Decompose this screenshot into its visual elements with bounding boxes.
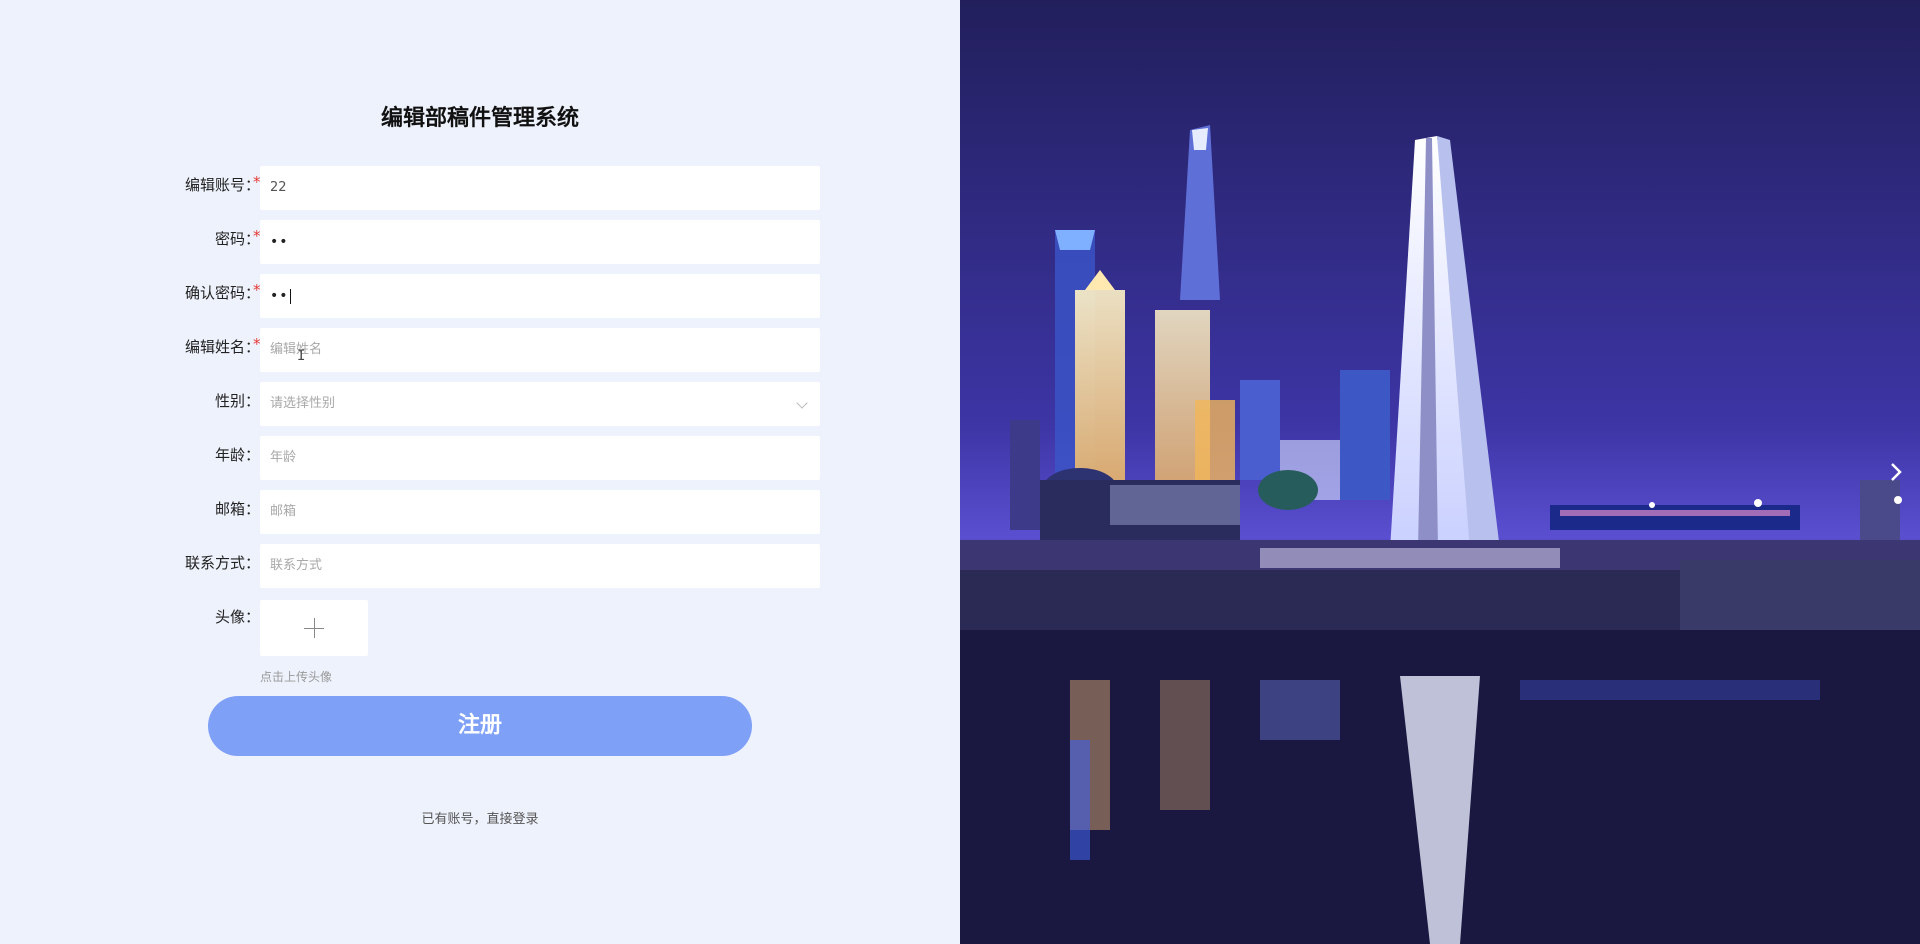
chevron-right-icon[interactable] bbox=[1888, 462, 1904, 482]
avatar-upload-hint: 点击上传头像 bbox=[260, 670, 333, 684]
plus-icon bbox=[314, 618, 315, 638]
form-row-avatar: 头像： bbox=[0, 598, 960, 642]
text-caret bbox=[289, 288, 291, 304]
account-input[interactable]: 22 bbox=[260, 166, 820, 210]
age-input[interactable]: 年龄 bbox=[260, 436, 820, 480]
form-row-contact: 联系方式： 联系方式 bbox=[0, 544, 960, 588]
confirm-password-label: 确认密码： bbox=[184, 284, 260, 302]
avatar-label: 头像： bbox=[214, 608, 260, 626]
form-row-password: 密码： * •• bbox=[0, 220, 960, 264]
form-row-confirm-password: 确认密码： * •• bbox=[0, 274, 960, 318]
email-label: 邮箱： bbox=[214, 500, 260, 518]
name-input[interactable]: 编辑姓名 bbox=[260, 328, 820, 372]
chevron-down-icon bbox=[796, 397, 808, 409]
form-row-email: 邮箱： 邮箱 bbox=[0, 490, 960, 534]
city-night-image bbox=[960, 0, 1920, 944]
confirm-password-value: •• bbox=[270, 288, 289, 304]
confirm-password-input[interactable]: •• bbox=[260, 274, 820, 318]
skyline-illustration bbox=[960, 0, 1920, 944]
form-row-gender: 性别： 请选择性别 bbox=[0, 382, 960, 426]
form-row-name: 编辑姓名： * 编辑姓名 bbox=[0, 328, 960, 372]
gender-select[interactable]: 请选择性别 bbox=[260, 382, 820, 426]
gender-placeholder: 请选择性别 bbox=[270, 396, 336, 411]
avatar-upload-button[interactable] bbox=[260, 600, 368, 656]
contact-label: 联系方式： bbox=[184, 554, 260, 572]
account-label: 编辑账号： bbox=[184, 176, 260, 194]
age-label: 年龄： bbox=[214, 446, 260, 464]
form-row-age: 年龄： 年龄 bbox=[0, 436, 960, 480]
gender-label: 性别： bbox=[214, 392, 260, 410]
form-row-account: 编辑账号： * 22 bbox=[0, 166, 960, 210]
text-cursor-icon: I bbox=[297, 348, 306, 364]
name-label: 编辑姓名： bbox=[184, 338, 260, 356]
password-input[interactable]: •• bbox=[260, 220, 820, 264]
contact-input[interactable]: 联系方式 bbox=[260, 544, 820, 588]
registration-panel: 编辑部稿件管理系统 编辑账号： * 22 密码： * •• 确认密码： * ••… bbox=[0, 0, 960, 944]
email-input[interactable]: 邮箱 bbox=[260, 490, 820, 534]
login-link[interactable]: 已有账号，直接登录 bbox=[0, 808, 960, 827]
page-title: 编辑部稿件管理系统 bbox=[380, 106, 579, 131]
register-button[interactable]: 注册 bbox=[208, 696, 752, 756]
